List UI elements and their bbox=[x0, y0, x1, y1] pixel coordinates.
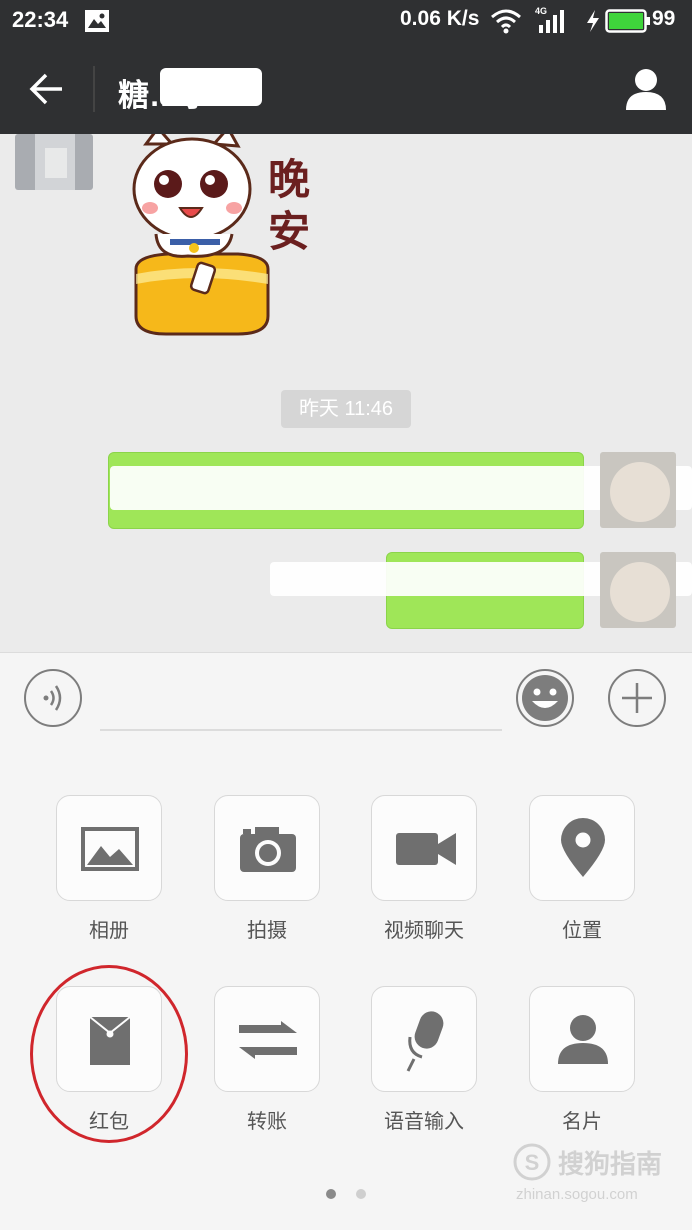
album-button[interactable] bbox=[56, 795, 162, 901]
contact-avatar[interactable] bbox=[15, 134, 93, 190]
chat-header: 糖…子 bbox=[0, 44, 692, 134]
camera-button[interactable] bbox=[214, 795, 320, 901]
album-label: 相册 bbox=[89, 920, 129, 942]
location-label: 位置 bbox=[562, 920, 602, 942]
camera-label: 拍摄 bbox=[247, 920, 287, 942]
svg-text:S: S bbox=[525, 1150, 540, 1175]
watermark-url: zhinan.sogou.com bbox=[516, 1186, 638, 1203]
location-pin-icon bbox=[561, 818, 605, 877]
contact-profile-icon[interactable] bbox=[624, 66, 668, 117]
contact-card-label: 名片 bbox=[562, 1111, 602, 1133]
voice-input-label: 语音输入 bbox=[384, 1111, 464, 1133]
sticker-text-line1: 晚 bbox=[268, 155, 311, 204]
chat-area: 晚 安 昨天 11:46 bbox=[0, 134, 692, 652]
charging-icon bbox=[585, 9, 601, 38]
voice-input-panel-button[interactable] bbox=[371, 986, 477, 1092]
function-panel: 相册 拍摄 视频聊天 位置 红包 转账 语音输入 名片 S 搜狗指南 zhina… bbox=[0, 745, 692, 1230]
voice-input-button[interactable] bbox=[24, 669, 82, 727]
network-type: 4G bbox=[535, 6, 548, 16]
red-packet-highlight-circle bbox=[30, 965, 188, 1143]
photo-album-icon bbox=[81, 827, 139, 871]
title-redaction bbox=[160, 68, 262, 106]
battery-icon bbox=[605, 9, 651, 38]
sticker-text-line2: 安 bbox=[268, 207, 311, 256]
contact-card-icon bbox=[558, 1015, 608, 1064]
sogou-logo-icon: S bbox=[513, 1143, 551, 1181]
transfer-icon bbox=[239, 1021, 297, 1059]
contact-card-button[interactable] bbox=[529, 986, 635, 1092]
plus-icon bbox=[622, 683, 652, 713]
smiley-icon bbox=[522, 675, 568, 721]
transfer-button[interactable] bbox=[214, 986, 320, 1092]
sticker-text: 晚 安 bbox=[268, 154, 310, 258]
my-avatar[interactable] bbox=[600, 552, 676, 628]
back-arrow-icon[interactable] bbox=[28, 72, 64, 111]
network-speed: 0.06 K/s bbox=[400, 7, 480, 30]
message-text-input[interactable] bbox=[100, 679, 502, 731]
microphone-icon bbox=[406, 1011, 444, 1072]
voice-wave-icon bbox=[43, 685, 62, 711]
video-call-icon bbox=[396, 833, 456, 865]
message-timestamp: 昨天 11:46 bbox=[281, 390, 411, 428]
sogou-watermark: S 搜狗指南 zhinan.sogou.com bbox=[512, 1140, 682, 1210]
goodnight-sticker[interactable]: 晚 安 bbox=[128, 134, 348, 344]
video-call-button[interactable] bbox=[371, 795, 477, 901]
battery-level: 99 bbox=[652, 7, 676, 30]
camera-icon bbox=[240, 827, 296, 872]
status-bar: 22:34 0.06 K/s 4G 99 bbox=[0, 0, 692, 44]
page-indicator-dot-active[interactable] bbox=[326, 1189, 336, 1199]
emoji-button[interactable] bbox=[516, 669, 574, 727]
video-call-label: 视频聊天 bbox=[384, 920, 464, 942]
status-time: 22:34 bbox=[12, 7, 69, 32]
wifi-icon bbox=[490, 8, 522, 39]
header-divider bbox=[93, 66, 95, 112]
more-functions-button[interactable] bbox=[608, 669, 666, 727]
gallery-notification-icon bbox=[84, 9, 110, 38]
chat-input-bar bbox=[0, 652, 692, 746]
location-button[interactable] bbox=[529, 795, 635, 901]
page-indicator-dot[interactable] bbox=[356, 1189, 366, 1199]
transfer-label: 转账 bbox=[247, 1111, 287, 1133]
my-avatar[interactable] bbox=[600, 452, 676, 528]
watermark-brand: 搜狗指南 bbox=[558, 1149, 663, 1179]
